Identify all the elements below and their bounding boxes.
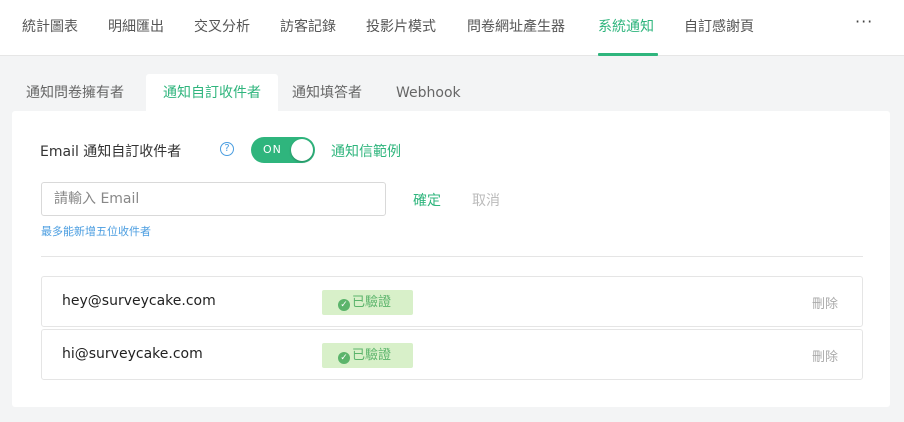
recipient-email: hi@surveycake.com <box>62 346 203 362</box>
subtab-webhook[interactable]: Webhook <box>396 74 461 112</box>
recipient-list: hey@surveycake.com ✓ 已驗證 刪除 hi@surveycake… <box>41 276 863 382</box>
subtab-notify-custom-recipients[interactable]: 通知自訂收件者 <box>146 74 278 112</box>
sample-email-link[interactable]: 通知信範例 <box>331 141 401 161</box>
delete-button[interactable]: 刪除 <box>812 346 838 365</box>
tab-statistics-chart[interactable]: 統計圖表 <box>22 16 78 36</box>
delete-button[interactable]: 刪除 <box>812 293 838 312</box>
help-icon[interactable]: ? <box>220 142 234 156</box>
recipient-email: hey@surveycake.com <box>62 293 216 309</box>
toggle-on-label: ON <box>263 143 282 156</box>
check-circle-icon: ✓ <box>338 352 350 364</box>
verified-label: 已驗證 <box>352 348 392 363</box>
verified-badge: ✓ 已驗證 <box>322 343 413 368</box>
tab-slideshow-mode[interactable]: 投影片模式 <box>366 16 436 36</box>
custom-recipients-panel: Email 通知自訂收件者 ? ON 通知信範例 確定 取消 最多能新增五位收件… <box>12 111 890 407</box>
recipient-row: hey@surveycake.com ✓ 已驗證 刪除 <box>41 276 863 327</box>
confirm-button[interactable]: 確定 <box>413 190 441 210</box>
tab-url-generator[interactable]: 問卷網址產生器 <box>467 16 565 36</box>
notification-toggle[interactable]: ON <box>251 137 315 163</box>
subtab-notify-respondents[interactable]: 通知填答者 <box>292 74 362 112</box>
tab-system-notification[interactable]: 系統通知 <box>598 16 654 36</box>
more-menu-icon[interactable]: ··· <box>855 12 873 31</box>
tab-custom-thank-you-page[interactable]: 自訂感謝頁 <box>684 16 754 36</box>
max-recipients-hint: 最多能新增五位收件者 <box>41 225 151 238</box>
toggle-knob <box>291 139 313 161</box>
divider <box>41 256 863 257</box>
cancel-button[interactable]: 取消 <box>472 190 500 210</box>
tab-cross-analysis[interactable]: 交叉分析 <box>194 16 250 36</box>
top-navigation: 統計圖表 明細匯出 交叉分析 訪客記錄 投影片模式 問卷網址產生器 系統通知 自… <box>0 0 904 56</box>
tab-detail-export[interactable]: 明細匯出 <box>108 16 164 36</box>
check-circle-icon: ✓ <box>338 299 350 311</box>
verified-label: 已驗證 <box>352 295 392 310</box>
email-input[interactable] <box>41 182 386 216</box>
verified-badge: ✓ 已驗證 <box>322 290 413 315</box>
active-tab-underline <box>598 53 658 56</box>
subtab-notify-owner[interactable]: 通知問卷擁有者 <box>26 74 124 112</box>
email-notification-label: Email 通知自訂收件者 <box>40 144 182 160</box>
tab-visitor-records[interactable]: 訪客記錄 <box>280 16 336 36</box>
notification-subtabs: 通知問卷擁有者 通知自訂收件者 通知填答者 Webhook <box>0 74 904 112</box>
recipient-row: hi@surveycake.com ✓ 已驗證 刪除 <box>41 329 863 380</box>
